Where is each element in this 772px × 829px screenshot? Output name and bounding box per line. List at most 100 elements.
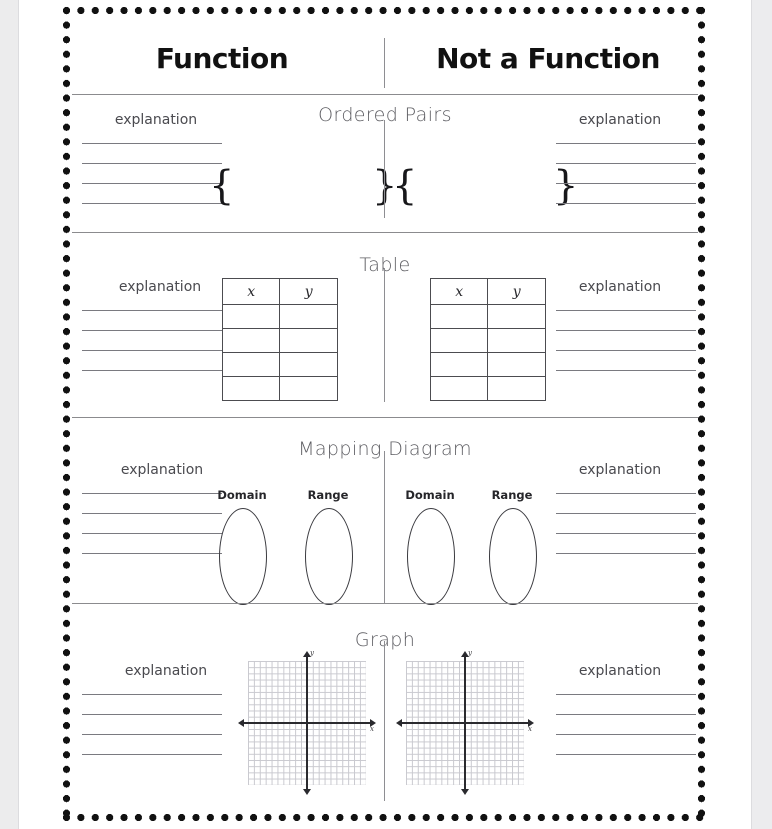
table-cell-y[interactable] [487, 328, 546, 353]
writing-line[interactable] [82, 143, 222, 144]
writing-line[interactable] [82, 553, 222, 554]
explanation-lines-graph-left[interactable] [82, 694, 222, 755]
writing-line[interactable] [556, 714, 696, 715]
explanation-lines-mapping-right[interactable] [556, 493, 696, 554]
graph-center-divider [384, 641, 385, 801]
table-cell-x[interactable] [221, 304, 281, 329]
page-right-margin-strip [752, 0, 772, 829]
explanation-lines-ordered-pairs-right[interactable] [556, 143, 696, 204]
table-center-divider [384, 268, 385, 402]
table-cell-x[interactable] [429, 376, 489, 401]
explanation-lines-graph-right[interactable] [556, 694, 696, 755]
table-row[interactable] [221, 304, 338, 329]
explanation-label-graph-right: explanation [578, 663, 662, 679]
table-cell-x[interactable] [429, 304, 489, 329]
y-axis-label: y [468, 649, 472, 657]
writing-line[interactable] [556, 513, 696, 514]
writing-line[interactable] [82, 183, 222, 184]
table-header-y: y [487, 278, 546, 305]
explanation-lines-table-left[interactable] [82, 310, 222, 371]
writing-line[interactable] [556, 694, 696, 695]
dotted-border-bottom [62, 813, 706, 822]
writing-line[interactable] [82, 493, 222, 494]
table-cell-x[interactable] [221, 328, 281, 353]
table-header-x: x [221, 278, 281, 305]
xy-table-function[interactable]: x y [221, 278, 338, 401]
writing-line[interactable] [556, 163, 696, 164]
x-axis-label: x [370, 725, 374, 733]
writing-line[interactable] [82, 533, 222, 534]
x-axis-label: x [528, 725, 532, 733]
writing-line[interactable] [556, 533, 696, 534]
writing-line[interactable] [82, 714, 222, 715]
table-header-y: y [279, 278, 338, 305]
writing-line[interactable] [82, 513, 222, 514]
table-header-x: x [429, 278, 489, 305]
table-cell-y[interactable] [279, 352, 338, 377]
writing-line[interactable] [556, 734, 696, 735]
table-cell-x[interactable] [221, 376, 281, 401]
coordinate-grid-function[interactable]: y x [238, 649, 376, 795]
y-axis-arrow-down-icon [302, 789, 311, 795]
table-row[interactable] [429, 304, 546, 329]
coordinate-grid-not-a-function[interactable]: y x [396, 649, 534, 795]
writing-line[interactable] [556, 203, 696, 204]
table-cell-y[interactable] [279, 376, 338, 401]
table-row[interactable] [221, 352, 338, 377]
range-label-not-a-function: Range [491, 488, 533, 502]
table-row[interactable] [429, 352, 546, 377]
domain-oval-function[interactable] [219, 508, 267, 605]
explanation-lines-table-right[interactable] [556, 310, 696, 371]
table-cell-y[interactable] [279, 304, 338, 329]
table-row[interactable] [221, 328, 338, 353]
header-title-function: Function [155, 42, 289, 75]
writing-line[interactable] [82, 203, 222, 204]
explanation-label-ordered-pairs-left: explanation [114, 112, 198, 128]
table-cell-y[interactable] [279, 328, 338, 353]
writing-line[interactable] [82, 310, 222, 311]
writing-line[interactable] [82, 330, 222, 331]
explanation-lines-mapping-left[interactable] [82, 493, 222, 554]
writing-line[interactable] [82, 694, 222, 695]
table-cell-x[interactable] [429, 328, 489, 353]
writing-line[interactable] [82, 163, 222, 164]
writing-line[interactable] [556, 310, 696, 311]
writing-line[interactable] [82, 754, 222, 755]
writing-line[interactable] [556, 754, 696, 755]
table-cell-y[interactable] [487, 304, 546, 329]
explanation-label-graph-left: explanation [124, 663, 208, 679]
range-label-function: Range [307, 488, 349, 502]
domain-label-function: Domain [217, 488, 267, 502]
writing-line[interactable] [556, 350, 696, 351]
writing-line[interactable] [82, 350, 222, 351]
xy-table-not-a-function[interactable]: x y [429, 278, 546, 401]
domain-label-not-a-function: Domain [405, 488, 455, 502]
table-row[interactable] [429, 328, 546, 353]
table-header-row: x y [221, 278, 338, 305]
table-cell-x[interactable] [221, 352, 281, 377]
header-center-divider [384, 38, 385, 88]
header-bottom-rule [72, 94, 698, 95]
range-oval-function[interactable] [305, 508, 353, 605]
writing-line[interactable] [556, 493, 696, 494]
table-cell-y[interactable] [487, 376, 546, 401]
writing-line[interactable] [556, 330, 696, 331]
worksheet-content: Function Not a Function Ordered Pairs ex… [72, 16, 698, 812]
explanation-lines-ordered-pairs-left[interactable] [82, 143, 222, 204]
ordered-pairs-bottom-rule [72, 232, 698, 233]
domain-oval-not-a-function[interactable] [407, 508, 455, 605]
section-title-graph: Graph [354, 629, 416, 651]
writing-line[interactable] [556, 370, 696, 371]
range-oval-not-a-function[interactable] [489, 508, 537, 605]
table-cell-x[interactable] [429, 352, 489, 377]
page-right-edge-line [751, 0, 752, 829]
table-cell-y[interactable] [487, 352, 546, 377]
table-row[interactable] [221, 376, 338, 401]
writing-line[interactable] [556, 183, 696, 184]
writing-line[interactable] [556, 143, 696, 144]
writing-line[interactable] [82, 370, 222, 371]
writing-line[interactable] [82, 734, 222, 735]
table-row[interactable] [429, 376, 546, 401]
writing-line[interactable] [556, 553, 696, 554]
ordered-pairs-center-divider [384, 120, 385, 218]
